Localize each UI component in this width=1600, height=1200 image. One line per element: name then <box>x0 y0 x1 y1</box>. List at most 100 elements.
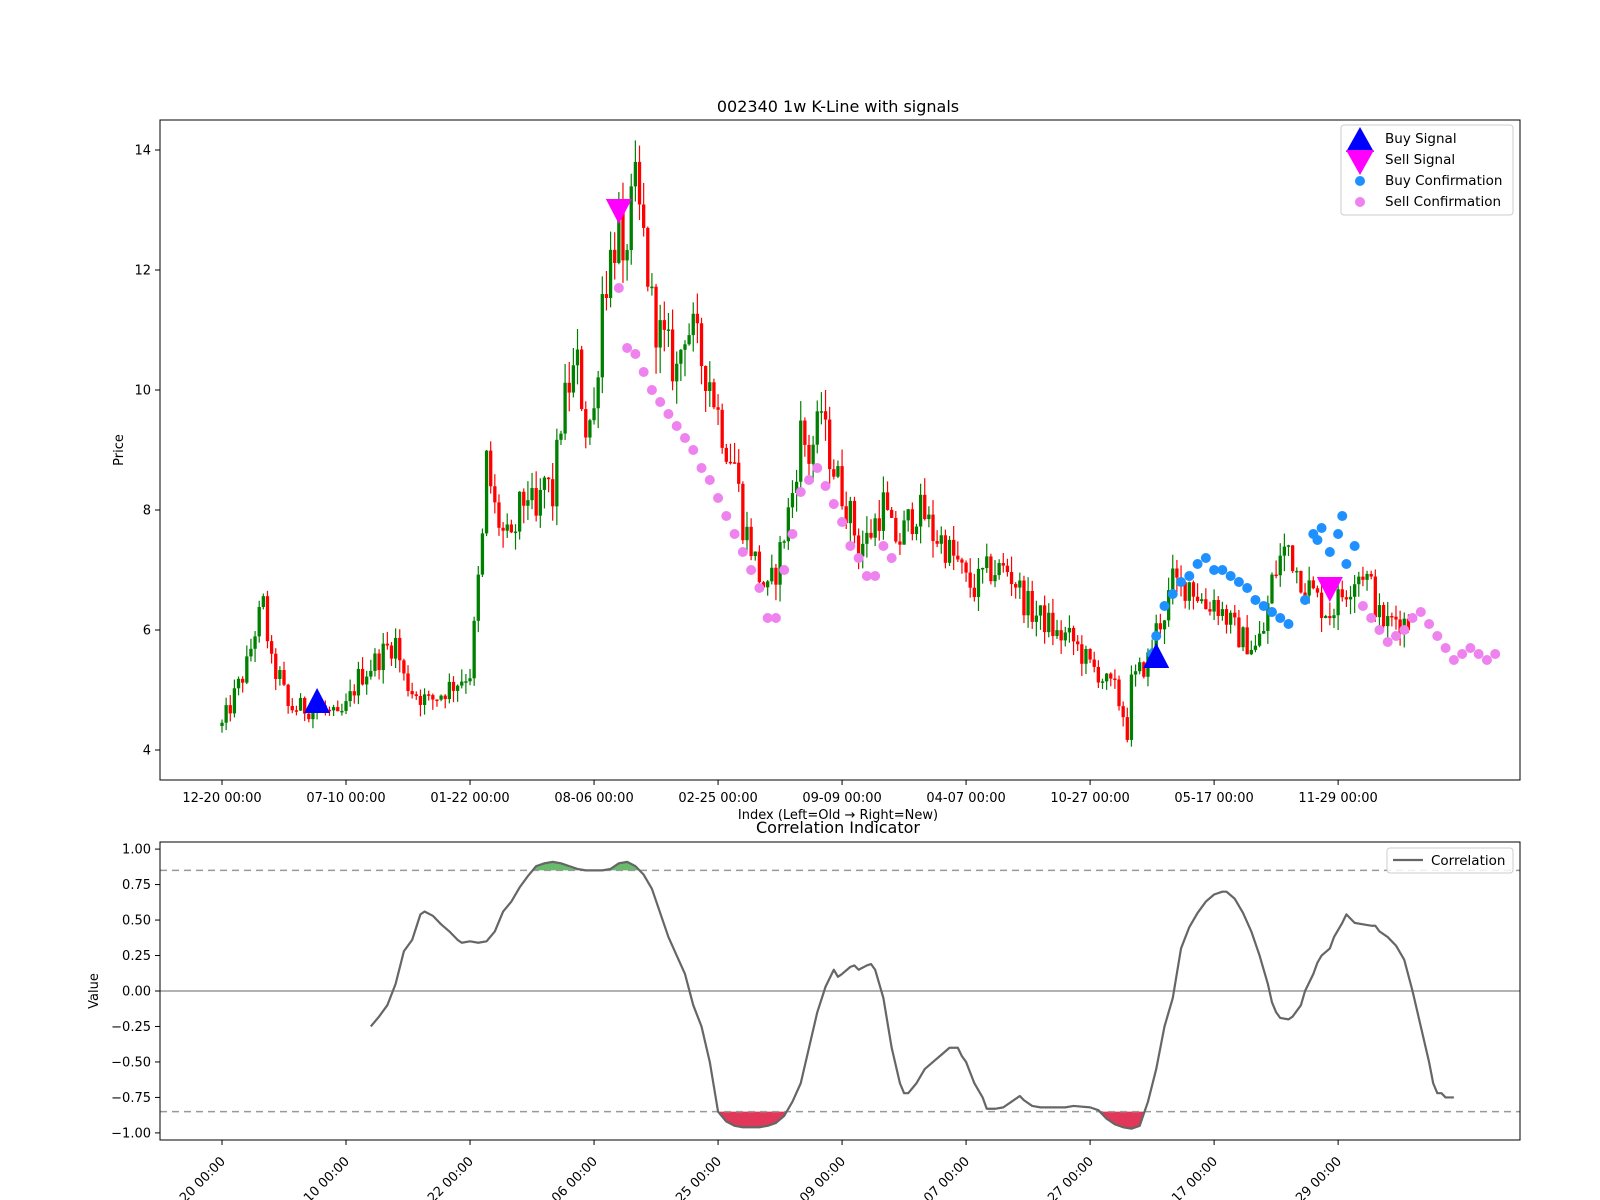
candle <box>836 460 840 479</box>
buy-confirmation-point <box>1341 559 1352 569</box>
candle <box>947 535 952 567</box>
candle <box>952 525 956 571</box>
candle <box>1133 664 1138 687</box>
candle <box>1365 570 1369 591</box>
correlation-chart-title: Correlation Indicator <box>756 818 920 837</box>
kline-candles <box>220 140 1411 747</box>
candle-body <box>985 556 989 568</box>
candle <box>451 676 456 703</box>
candle <box>389 641 394 666</box>
buy-confirmation-point <box>1275 613 1286 623</box>
candle <box>753 551 757 561</box>
legend-sell-confirmation-label: Sell Confirmation <box>1385 194 1501 210</box>
sell-confirmation-point <box>770 613 781 623</box>
candle-body <box>241 678 245 683</box>
kline-x-tick-label: 01-22 00:00 <box>430 791 509 806</box>
candle <box>1262 622 1266 635</box>
candle-body <box>637 161 642 205</box>
candle <box>369 659 373 680</box>
kline-y-tick-label: 10 <box>134 384 151 399</box>
sell-confirmation-point <box>1424 619 1435 629</box>
candle-body <box>1377 605 1382 618</box>
buy-confirmation-point <box>1324 547 1335 557</box>
buy-confirmation-point <box>1151 631 1162 641</box>
candle-body <box>695 313 700 324</box>
candle <box>1063 626 1067 647</box>
candle <box>1113 669 1117 689</box>
candle <box>625 244 629 281</box>
candle-body <box>997 563 1001 576</box>
candle <box>1286 544 1291 557</box>
candle <box>976 557 981 611</box>
candle-body <box>298 697 303 711</box>
candle <box>898 533 902 555</box>
sell-confirmation-point <box>737 547 748 557</box>
candle-body <box>1005 565 1010 573</box>
buy-confirmation-point <box>1184 571 1195 581</box>
candle <box>480 528 485 578</box>
candle-body <box>257 606 261 637</box>
candle <box>439 694 443 702</box>
candle <box>228 695 232 722</box>
candle-body <box>968 572 972 588</box>
buy-confirmation-point <box>1159 601 1170 611</box>
candle-body <box>885 492 890 510</box>
sell-confirmation-point <box>1407 613 1418 623</box>
candle-body <box>1022 580 1026 616</box>
candle-body <box>865 532 869 544</box>
kline-x-tick-label: 11-29 00:00 <box>1298 791 1377 806</box>
candle <box>641 182 646 237</box>
candle-body <box>890 509 894 518</box>
candle <box>902 510 906 545</box>
candle <box>906 508 910 532</box>
candle <box>1014 582 1018 599</box>
candle <box>980 567 985 584</box>
candle-body <box>245 656 249 683</box>
candle-body <box>592 408 596 421</box>
candle <box>513 524 518 550</box>
buy-confirmation-point <box>1167 589 1178 599</box>
candle-body <box>513 531 518 534</box>
candle-body <box>1365 573 1369 580</box>
legend-buy-confirmation-marker[interactable] <box>1355 176 1365 186</box>
candle <box>1361 566 1365 587</box>
buy-confirmation-point <box>1242 583 1253 593</box>
chart-figure: 002340 1w K-Line with signals 468101214 … <box>87 97 1521 1200</box>
candle-body <box>1220 609 1225 616</box>
sell-confirmation-point <box>878 541 889 551</box>
candle-body <box>683 344 687 350</box>
candle-body <box>972 587 976 598</box>
candle <box>852 496 857 544</box>
candle-body <box>1224 609 1229 625</box>
candle-body <box>1171 568 1175 591</box>
candle-body <box>571 365 576 393</box>
candle <box>298 693 303 711</box>
candle <box>1324 614 1328 619</box>
candle <box>1030 580 1034 629</box>
correlation-y-axis-label: Value <box>87 973 102 1009</box>
candle <box>538 478 542 528</box>
legend-sell-confirmation-marker[interactable] <box>1355 197 1365 207</box>
candle-body <box>1340 589 1344 598</box>
candle-body <box>555 439 559 507</box>
candle <box>340 703 344 716</box>
candle-body <box>927 514 931 520</box>
sell-confirmation-point <box>704 475 715 485</box>
candle <box>745 511 749 553</box>
candle <box>790 480 795 519</box>
candle-body <box>939 535 943 544</box>
candle-body <box>398 637 402 661</box>
candle-body <box>522 491 526 506</box>
candle-body <box>753 551 757 557</box>
candle-body <box>1034 615 1039 622</box>
candle <box>509 519 514 534</box>
candle <box>431 693 435 710</box>
candle-body <box>559 433 563 440</box>
candle-body <box>670 329 675 382</box>
candle-body <box>1076 641 1080 645</box>
candle <box>489 441 493 494</box>
legend-sell-signal-label: Sell Signal <box>1385 152 1455 168</box>
kline-chart-title: 002340 1w K-Line with signals <box>717 97 959 116</box>
candle <box>1274 560 1278 579</box>
buy-confirmation-point <box>1225 571 1236 581</box>
